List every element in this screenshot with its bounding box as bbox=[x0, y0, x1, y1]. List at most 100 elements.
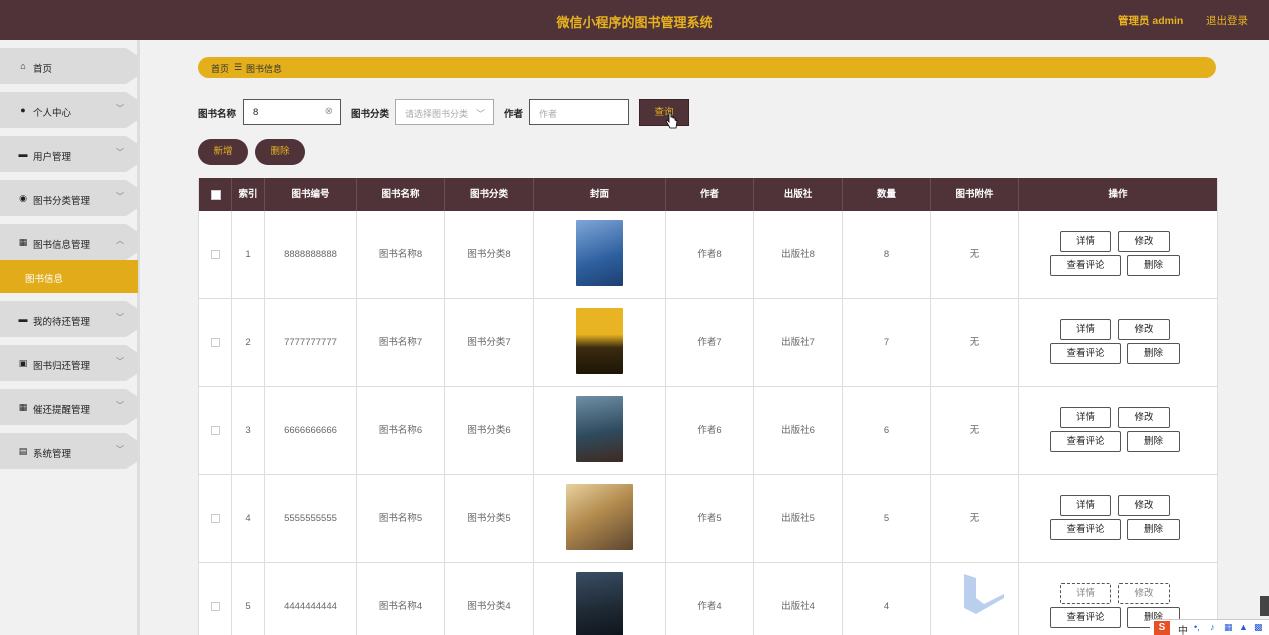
cell-publisher: 出版社7 bbox=[754, 299, 843, 386]
delete-button[interactable]: 删除 bbox=[1127, 431, 1180, 452]
cell-name: 图书名称5 bbox=[357, 475, 445, 562]
row-checkbox[interactable] bbox=[211, 250, 220, 259]
apps-icon: ▩ bbox=[1254, 622, 1263, 632]
row-checkbox[interactable] bbox=[211, 602, 220, 611]
breadcrumb: 首页 ☰ 图书信息 bbox=[198, 57, 1216, 78]
cell-name: 图书名称8 bbox=[357, 211, 445, 298]
sidebar-item-home[interactable]: ⌂ 首页 bbox=[0, 48, 138, 84]
book-name-value: 8 bbox=[253, 107, 259, 118]
sidebar-item-label: 用户管理 bbox=[33, 152, 72, 163]
column-header: 操作 bbox=[1108, 189, 1128, 200]
detail-button[interactable]: 详情 bbox=[1060, 583, 1111, 604]
book-category-placeholder: 请选择图书分类 bbox=[405, 109, 469, 119]
cell-quantity: 6 bbox=[843, 387, 931, 474]
cell-category: 图书分类4 bbox=[445, 563, 534, 635]
view-comments-button[interactable]: 查看评论 bbox=[1050, 519, 1121, 540]
edit-button[interactable]: 修改 bbox=[1118, 495, 1170, 516]
detail-button[interactable]: 详情 bbox=[1060, 319, 1111, 340]
row-checkbox[interactable] bbox=[211, 514, 220, 523]
search-button[interactable]: 查询 bbox=[639, 99, 689, 126]
view-comments-button[interactable]: 查看评论 bbox=[1050, 431, 1121, 452]
logout-link[interactable]: 退出登录 bbox=[1206, 13, 1248, 28]
view-comments-button[interactable]: 查看评论 bbox=[1050, 607, 1121, 628]
chevron-down-icon: ﹀ bbox=[475, 109, 485, 119]
cell-index: 1 bbox=[232, 211, 265, 298]
delete-button[interactable]: 删除 bbox=[1127, 519, 1180, 540]
column-header: 封面 bbox=[534, 178, 666, 211]
cell-attachment: 无 bbox=[931, 299, 1019, 386]
cell-index: 4 bbox=[232, 475, 265, 562]
sidebar-item-profile[interactable]: ● 个人中心 ﹀ bbox=[0, 92, 138, 128]
cell-category: 图书分类8 bbox=[445, 211, 534, 298]
monitor-icon: ▬ bbox=[18, 149, 28, 159]
user-icon: ● bbox=[20, 105, 26, 115]
scrollbar-thumb[interactable] bbox=[1260, 596, 1269, 616]
cell-author: 作者5 bbox=[666, 475, 754, 562]
sidebar-subitem-book-info[interactable]: 图书信息 bbox=[0, 260, 138, 293]
cell-category: 图书分类6 bbox=[445, 387, 534, 474]
table-row: 1 8888888888 图书名称8 图书分类8 作者8 出版社8 8 无 详情… bbox=[199, 211, 1217, 299]
row-checkbox[interactable] bbox=[211, 426, 220, 435]
ime-lang: 中 bbox=[1178, 626, 1188, 635]
row-checkbox[interactable] bbox=[211, 338, 220, 347]
cell-publisher: 出版社5 bbox=[754, 475, 843, 562]
chevron-down-icon: ﹀ bbox=[116, 104, 124, 113]
cell-name: 图书名称6 bbox=[357, 387, 445, 474]
select-all-checkbox[interactable] bbox=[211, 190, 221, 200]
cell-code: 7777777777 bbox=[265, 299, 357, 386]
column-header: 索引 bbox=[232, 178, 265, 211]
sidebar-item-my-returns[interactable]: ▬ 我的待还管理 ﹀ bbox=[0, 301, 138, 337]
book-category-select[interactable]: 请选择图书分类 ﹀ bbox=[395, 99, 494, 125]
column-header: 图书附件 bbox=[931, 178, 1019, 211]
detail-button[interactable]: 详情 bbox=[1060, 231, 1111, 252]
book-cover-image bbox=[576, 572, 623, 635]
edit-button[interactable]: 修改 bbox=[1118, 231, 1170, 252]
detail-button[interactable]: 详情 bbox=[1060, 407, 1111, 428]
detail-button[interactable]: 详情 bbox=[1060, 495, 1111, 516]
sidebar-item-label: 图书归还管理 bbox=[33, 361, 91, 372]
column-header: 数量 bbox=[843, 178, 931, 211]
bulk-delete-button[interactable]: 删除 bbox=[255, 139, 305, 165]
sidebar-subitem-label: 图书信息 bbox=[25, 274, 64, 285]
sidebar-item-label: 首页 bbox=[33, 64, 53, 75]
sidebar-item-book-returns[interactable]: ▣ 图书归还管理 ﹀ bbox=[0, 345, 138, 381]
sidebar: ⌂ 首页 ● 个人中心 ﹀ ▬ 用户管理 ﹀ ◉ 图书分类管理 ﹀ ▦ 图书信息… bbox=[0, 40, 140, 635]
author-input[interactable]: 作者 bbox=[529, 99, 629, 125]
edit-button[interactable]: 修改 bbox=[1118, 583, 1170, 604]
cell-publisher: 出版社8 bbox=[754, 211, 843, 298]
chevron-down-icon: ﹀ bbox=[116, 148, 124, 157]
table-row: 4 5555555555 图书名称5 图书分类5 作者5 出版社5 5 无 详情… bbox=[199, 475, 1217, 563]
book-table: 索引 图书编号 图书名称 图书分类 封面 作者 出版社 数量 图书附件 操作 1… bbox=[198, 178, 1218, 635]
sogou-icon: S bbox=[1154, 621, 1170, 635]
sidebar-item-label: 系统管理 bbox=[33, 449, 72, 460]
cell-quantity: 7 bbox=[843, 299, 931, 386]
apps-icon: ▦ bbox=[18, 402, 28, 412]
view-comments-button[interactable]: 查看评论 bbox=[1050, 255, 1121, 276]
view-comments-button[interactable]: 查看评论 bbox=[1050, 343, 1121, 364]
book-cover-image bbox=[566, 484, 633, 550]
column-header: 作者 bbox=[666, 178, 754, 211]
cell-attachment: 无 bbox=[931, 387, 1019, 474]
app-title: 微信小程序的图书管理系统 bbox=[556, 15, 713, 30]
breadcrumb-home[interactable]: 首页 bbox=[211, 62, 229, 75]
delete-button[interactable]: 删除 bbox=[1127, 255, 1180, 276]
sidebar-item-categories[interactable]: ◉ 图书分类管理 ﹀ bbox=[0, 180, 138, 216]
chevron-up-icon: ︿ bbox=[116, 236, 124, 245]
sidebar-item-reminders[interactable]: ▦ 催还提醒管理 ﹀ bbox=[0, 389, 138, 425]
edit-button[interactable]: 修改 bbox=[1118, 319, 1170, 340]
edit-button[interactable]: 修改 bbox=[1118, 407, 1170, 428]
book-name-input[interactable]: 8 ⊗ bbox=[243, 99, 341, 125]
add-button[interactable]: 新增 bbox=[198, 139, 248, 165]
delete-button[interactable]: 删除 bbox=[1127, 343, 1180, 364]
chevron-down-icon: ﹀ bbox=[116, 313, 124, 322]
ime-toolbar[interactable]: S 中 •, ♪ ▦ ▲ ▩ bbox=[1150, 619, 1269, 635]
admin-label[interactable]: 管理员 admin bbox=[1118, 13, 1183, 28]
sidebar-item-system[interactable]: ▤ 系统管理 ﹀ bbox=[0, 433, 138, 469]
sidebar-item-book-info[interactable]: ▦ 图书信息管理 ︿ bbox=[0, 224, 138, 260]
cell-author: 作者6 bbox=[666, 387, 754, 474]
clear-icon[interactable]: ⊗ bbox=[325, 106, 333, 117]
sidebar-item-users[interactable]: ▬ 用户管理 ﹀ bbox=[0, 136, 138, 172]
cell-publisher: 出版社4 bbox=[754, 563, 843, 635]
cell-author: 作者4 bbox=[666, 563, 754, 635]
punctuation-icon: •, bbox=[1194, 622, 1200, 632]
